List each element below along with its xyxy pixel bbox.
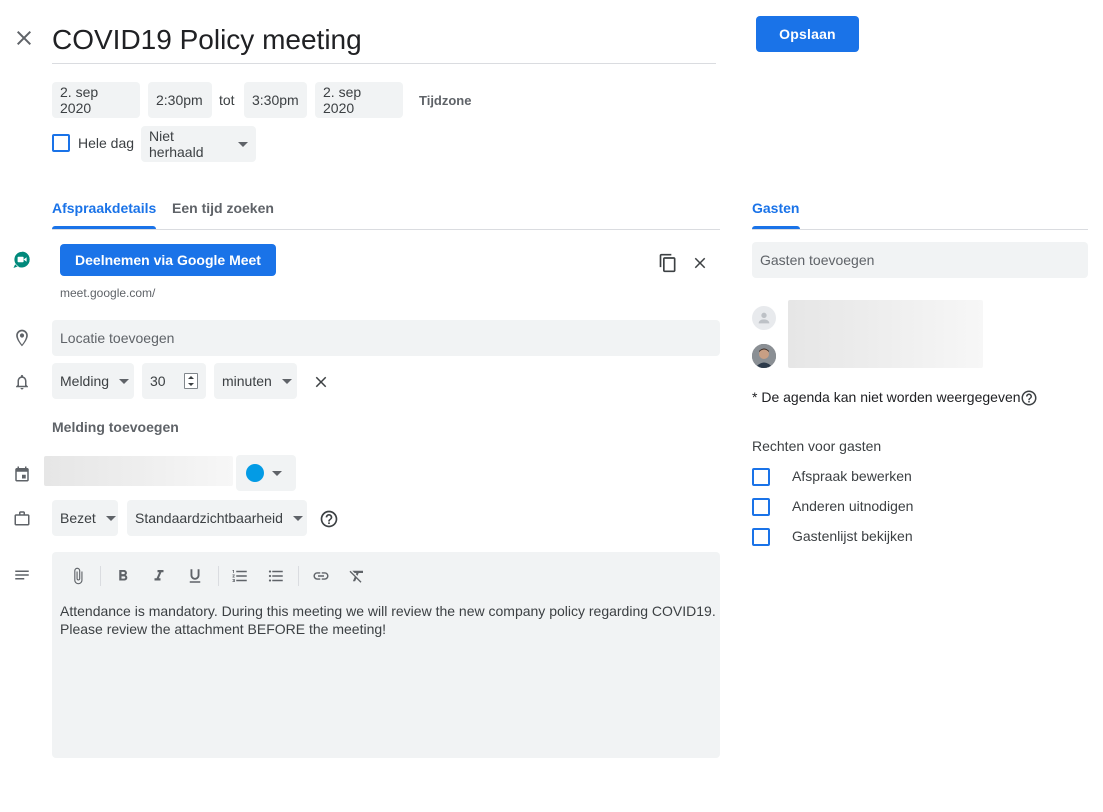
- join-google-meet-button[interactable]: Deelnemen via Google Meet: [60, 244, 276, 276]
- add-guests-input[interactable]: Gasten toevoegen: [752, 242, 1088, 278]
- notification-type-value: Melding: [60, 373, 110, 389]
- notification-unit-dropdown[interactable]: minuten: [214, 363, 297, 399]
- permission-edit-label: Afspraak bewerken: [792, 468, 912, 484]
- availability-dropdown[interactable]: Bezet: [52, 500, 118, 536]
- tab-guests[interactable]: Gasten: [752, 200, 799, 216]
- description-text[interactable]: Attendance is mandatory. During this mee…: [60, 602, 716, 638]
- calendar-selector[interactable]: [44, 456, 233, 486]
- guest-avatar-photo: [752, 344, 776, 368]
- timezone-link[interactable]: Tijdzone: [419, 93, 471, 108]
- permission-invite-checkbox[interactable]: [752, 498, 770, 516]
- meet-url: meet.google.com/: [60, 286, 156, 300]
- color-dot: [246, 464, 264, 482]
- start-time-text: 2:30pm: [156, 92, 203, 108]
- permission-view-list-label: Gastenlijst bekijken: [792, 528, 913, 544]
- close-icon[interactable]: [10, 24, 38, 52]
- repeat-value: Niet herhaald: [149, 128, 204, 160]
- availability-value: Bezet: [60, 510, 96, 526]
- calendar-icon: [11, 463, 33, 485]
- tab-find-time[interactable]: Een tijd zoeken: [172, 200, 274, 216]
- toolbar-divider: [100, 566, 101, 586]
- guest-list[interactable]: [788, 300, 983, 368]
- add-notification-link[interactable]: Melding toevoegen: [52, 419, 179, 435]
- bold-icon[interactable]: [111, 564, 135, 588]
- notification-unit-value: minuten: [222, 373, 272, 389]
- chevron-down-icon: [281, 378, 292, 384]
- title-field[interactable]: [52, 14, 716, 64]
- start-time-chip[interactable]: 2:30pm: [148, 82, 212, 118]
- link-icon[interactable]: [309, 564, 333, 588]
- add-guests-placeholder: Gasten toevoegen: [760, 252, 875, 268]
- help-icon[interactable]: [1019, 388, 1039, 408]
- underline-icon[interactable]: [183, 564, 207, 588]
- notification-amount-value: 30: [150, 373, 166, 389]
- chevron-down-icon: [119, 378, 130, 384]
- help-icon[interactable]: [318, 508, 340, 530]
- end-time-chip[interactable]: 3:30pm: [244, 82, 307, 118]
- end-time-text: 3:30pm: [252, 92, 299, 108]
- start-date-text: 2. sep 2020: [60, 84, 99, 116]
- remove-meet-icon[interactable]: [688, 251, 712, 275]
- briefcase-icon: [11, 507, 33, 529]
- agenda-note: * De agenda kan niet worden weergegeven: [752, 389, 1021, 405]
- all-day-label: Hele dag: [78, 135, 135, 151]
- calendar-color-dropdown[interactable]: [236, 455, 296, 491]
- chevron-down-icon: [238, 141, 248, 147]
- copy-icon[interactable]: [656, 251, 680, 275]
- bulleted-list-icon[interactable]: [264, 564, 288, 588]
- guest-avatar-default: [752, 306, 776, 330]
- notification-amount-stepper[interactable]: 30: [142, 363, 206, 399]
- chevron-down-icon: [272, 470, 282, 476]
- save-button[interactable]: Opslaan: [756, 16, 859, 52]
- chevron-down-icon: [105, 515, 116, 521]
- end-date-chip[interactable]: 2. sep 2020: [315, 82, 403, 118]
- attachment-icon[interactable]: [66, 564, 90, 588]
- permission-invite-label: Anderen uitnodigen: [792, 498, 914, 514]
- stepper-arrows-icon[interactable]: [184, 373, 198, 389]
- start-date-chip[interactable]: 2. sep 2020: [52, 82, 140, 118]
- toolbar-divider: [218, 566, 219, 586]
- notification-type-dropdown[interactable]: Melding: [52, 363, 134, 399]
- chevron-down-icon: [292, 515, 303, 521]
- italic-icon[interactable]: [147, 564, 171, 588]
- repeat-dropdown[interactable]: Niet herhaald: [141, 126, 256, 162]
- guests-divider: [752, 229, 1088, 230]
- visibility-dropdown[interactable]: Standaardzichtbaarheid: [127, 500, 307, 536]
- clear-formatting-icon[interactable]: [345, 564, 369, 588]
- tab-event-details[interactable]: Afspraakdetails: [52, 200, 156, 216]
- range-separator: tot: [219, 92, 235, 108]
- bell-icon: [11, 371, 33, 393]
- remove-notification-icon[interactable]: [309, 370, 333, 394]
- permission-edit-checkbox[interactable]: [752, 468, 770, 486]
- description-icon: [11, 564, 33, 586]
- description-editor[interactable]: Attendance is mandatory. During this mee…: [52, 552, 720, 758]
- title-input[interactable]: [52, 14, 716, 62]
- location-input[interactable]: Locatie toevoegen: [52, 320, 720, 356]
- all-day-checkbox[interactable]: [52, 134, 70, 152]
- guest-permissions-title: Rechten voor gasten: [752, 438, 882, 454]
- visibility-value: Standaardzichtbaarheid: [135, 510, 283, 526]
- google-meet-icon: [12, 250, 32, 270]
- tabs-divider: [52, 229, 720, 230]
- toolbar-divider: [298, 566, 299, 586]
- permission-view-list-checkbox[interactable]: [752, 528, 770, 546]
- end-date-text: 2. sep 2020: [323, 84, 362, 116]
- location-pin-icon: [11, 327, 33, 349]
- numbered-list-icon[interactable]: [228, 564, 252, 588]
- location-placeholder: Locatie toevoegen: [60, 330, 175, 346]
